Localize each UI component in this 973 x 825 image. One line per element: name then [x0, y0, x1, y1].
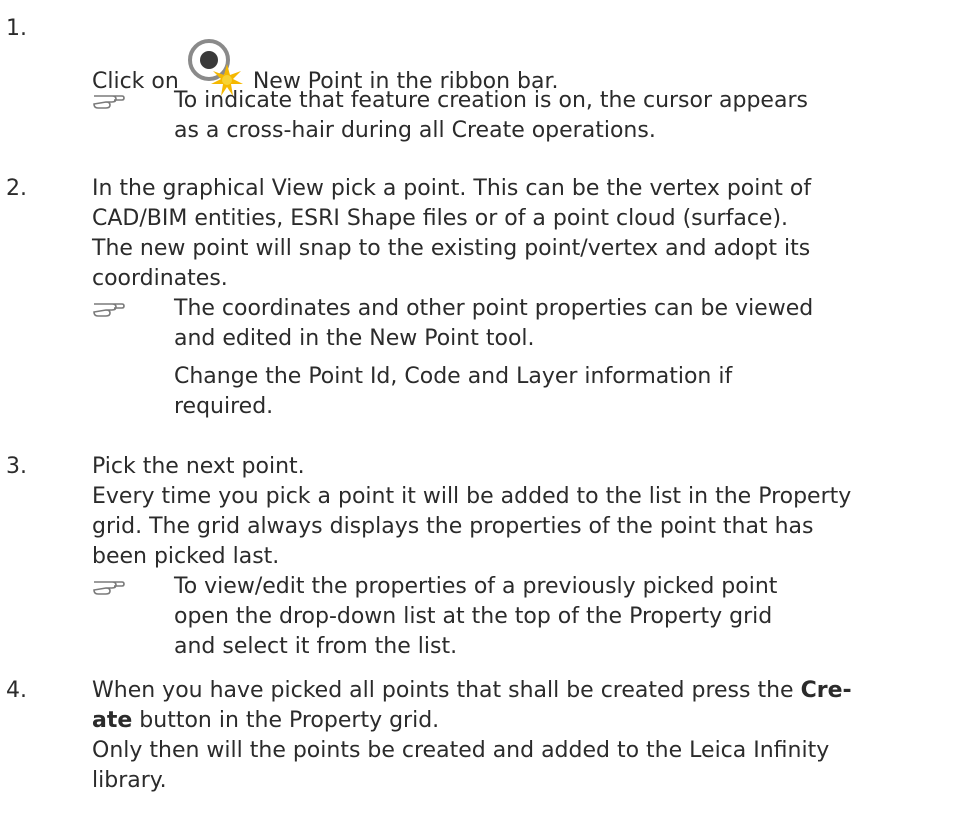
note-line: and edited in the New Point tool. [174, 326, 535, 351]
text-line: coordinates. [92, 266, 228, 291]
step-number: 1. [6, 16, 27, 41]
text-line: Pick the next point. [92, 454, 305, 479]
note-line: open the drop-down list at the top of th… [174, 604, 773, 629]
text-line: When you have picked all points that sha… [92, 676, 967, 706]
text-line: Only then will the points be created and… [92, 738, 830, 763]
step-3-text: Pick the next point. Every time you pick… [92, 452, 967, 572]
note-line: Change the Point Id, Code and Layer info… [174, 364, 733, 389]
text-line: In the graphical View pick a point. This… [92, 176, 812, 201]
text-line: grid. The grid always displays the prope… [92, 514, 814, 539]
note-line: To view/edit the properties of a previou… [174, 574, 778, 599]
create-button-ref: ate [92, 708, 133, 733]
text-line: ate button in the Property grid. [92, 706, 967, 736]
step-number: 4. [6, 678, 27, 703]
text-line: CAD/BIM entities, ESRI Shape files or of… [92, 206, 789, 231]
step-4-text: When you have picked all points that sha… [92, 676, 967, 796]
create-button-ref: Cre- [800, 678, 852, 703]
text-line: been picked last. [92, 544, 280, 569]
step-2-text: In the graphical View pick a point. This… [92, 174, 967, 294]
pointing-hand-icon [93, 303, 125, 317]
pointing-hand-icon [93, 581, 125, 595]
step-number: 3. [6, 454, 27, 479]
pointing-hand-icon [93, 95, 125, 109]
note-line: To indicate that feature creation is on,… [174, 88, 808, 113]
text-run: When you have picked all points that sha… [92, 678, 801, 703]
note-line: and select it from the list. [174, 634, 458, 659]
text-run: button in the Property grid. [132, 708, 440, 733]
step-number: 2. [6, 176, 27, 201]
note-line: as a cross-hair during all Create operat… [174, 118, 656, 143]
text-line: Every time you pick a point it will be a… [92, 484, 852, 509]
note-line: required. [174, 394, 274, 419]
text-line: library. [92, 768, 167, 793]
note-line: The coordinates and other point properti… [174, 296, 814, 321]
text-line: The new point will snap to the existing … [92, 236, 811, 261]
